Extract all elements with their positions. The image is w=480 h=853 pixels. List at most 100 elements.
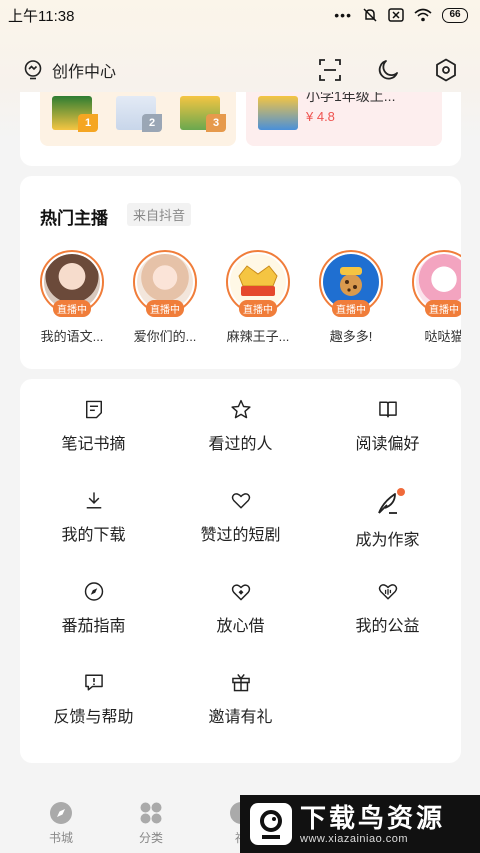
bird-logo-icon bbox=[250, 803, 292, 845]
feedback-icon bbox=[84, 674, 103, 691]
menu-item-become-writer[interactable]: 成为作家 bbox=[314, 488, 461, 549]
ranking-books-panel[interactable]: 1 2 3 bbox=[40, 92, 236, 146]
creator-center-button[interactable]: 创作中心 bbox=[22, 58, 116, 82]
menu-label: 我的公益 bbox=[355, 618, 420, 635]
header: 创作中心 bbox=[0, 50, 480, 90]
book-ranking-card: 1 2 3 小学1年级上... ¥ 4.8 bbox=[20, 92, 461, 166]
watermark-text: 下载鸟资源 www.xiazainiao.com bbox=[300, 803, 445, 845]
streamer-name: 哒哒猫 bbox=[424, 329, 461, 344]
status-icons: ••• 66 bbox=[334, 7, 468, 23]
battery-indicator: 66 bbox=[442, 7, 468, 23]
streamer-list: 直播中 我的语文... 直播中 爱你们的... 直播中 麻辣王子... 直播中 … bbox=[40, 250, 461, 345]
menu-label: 我的下载 bbox=[61, 527, 126, 544]
menu-item-notes[interactable]: 笔记书摘 bbox=[20, 399, 167, 454]
nav-label: 书城 bbox=[48, 831, 73, 845]
wifi-icon bbox=[414, 8, 432, 22]
menu-grid: 笔记书摘 看过的人 阅读偏好 我的下载 赞过的短剧 成为作家 番茄指南 放心借 … bbox=[20, 399, 461, 727]
book-title: 小学1年级上... bbox=[306, 92, 396, 104]
avatar-ring: 直播中 bbox=[412, 250, 461, 317]
menu-label: 放心借 bbox=[216, 618, 265, 635]
alarm-off-icon bbox=[363, 8, 377, 22]
nav-bookstore[interactable]: 书城 bbox=[16, 793, 106, 853]
quill-icon-wrap bbox=[375, 488, 405, 516]
book-cover bbox=[258, 96, 298, 130]
live-badge: 直播中 bbox=[425, 300, 461, 317]
menu-item-liked-dramas[interactable]: 赞过的短剧 bbox=[167, 490, 314, 545]
book-open-icon bbox=[378, 401, 397, 418]
rank-badge-3: 3 bbox=[206, 114, 226, 132]
features-menu-card: 笔记书摘 看过的人 阅读偏好 我的下载 赞过的短剧 成为作家 番茄指南 放心借 … bbox=[20, 379, 461, 763]
menu-label: 阅读偏好 bbox=[355, 436, 420, 453]
live-badge: 直播中 bbox=[332, 300, 370, 317]
streamer-name: 麻辣王子... bbox=[226, 329, 290, 344]
streamer-name: 趣多多! bbox=[329, 329, 373, 344]
avatar-ring: 直播中 bbox=[133, 250, 197, 317]
cookie-icon bbox=[340, 267, 362, 296]
gear-icon bbox=[436, 58, 456, 82]
notification-dot bbox=[396, 488, 405, 496]
live-badge: 直播中 bbox=[239, 300, 277, 317]
watermark-url: www.xiazainiao.com bbox=[300, 833, 409, 845]
rank-badge-1: 1 bbox=[78, 114, 98, 132]
menu-label: 笔记书摘 bbox=[61, 436, 126, 453]
star-icon bbox=[230, 399, 251, 419]
hot-streamers-card: 热门主播 来自抖音 直播中 我的语文... 直播中 爱你们的... 直播中 麻辣… bbox=[20, 176, 461, 369]
nav-category[interactable]: 分类 bbox=[106, 793, 196, 853]
live-badge: 直播中 bbox=[53, 300, 91, 317]
watermark-title: 下载鸟资源 bbox=[300, 803, 446, 833]
menu-item-feedback[interactable]: 反馈与帮助 bbox=[20, 672, 167, 727]
source-badge: 来自抖音 bbox=[127, 203, 192, 226]
compass-nav-icon bbox=[50, 802, 72, 824]
download-icon bbox=[86, 492, 101, 509]
menu-label: 看过的人 bbox=[208, 436, 273, 453]
nav-label: 分类 bbox=[138, 831, 163, 845]
menu-item-reading-preferences[interactable]: 阅读偏好 bbox=[314, 399, 461, 454]
menu-label: 番茄指南 bbox=[61, 618, 126, 635]
avatar-ring: 直播中 bbox=[40, 250, 104, 317]
lightbulb-icon bbox=[24, 60, 42, 80]
more-dots-icon: ••• bbox=[334, 7, 352, 23]
creator-center-label: 创作中心 bbox=[52, 64, 117, 81]
compass-icon bbox=[84, 582, 103, 601]
avatar-ring: 直播中 bbox=[226, 250, 290, 317]
menu-label: 邀请有礼 bbox=[208, 709, 273, 726]
avatar-ring: 直播中 bbox=[319, 250, 383, 317]
grid-icon bbox=[140, 802, 162, 824]
menu-item-guide[interactable]: 番茄指南 bbox=[20, 581, 167, 636]
status-time: 上午11:38 bbox=[8, 7, 75, 25]
menu-label: 成为作家 bbox=[355, 532, 420, 549]
streamer-item[interactable]: 直播中 爱你们的... bbox=[133, 250, 197, 345]
streamer-item[interactable]: 直播中 趣多多! bbox=[319, 250, 383, 345]
note-icon bbox=[85, 400, 102, 419]
status-bar: 上午11:38 ••• 66 bbox=[0, 0, 480, 30]
heart-shield-icon bbox=[231, 584, 250, 601]
sim-off-icon bbox=[388, 8, 404, 22]
heart-icon bbox=[231, 493, 250, 509]
settings-button[interactable] bbox=[434, 58, 458, 82]
book-price: ¥ 4.8 bbox=[306, 109, 335, 124]
live-badge: 直播中 bbox=[146, 300, 184, 317]
section-title: 热门主播 bbox=[40, 209, 108, 228]
streamer-name: 我的语文... bbox=[40, 329, 104, 344]
menu-item-downloads[interactable]: 我的下载 bbox=[20, 490, 167, 545]
streamer-item[interactable]: 直播中 哒哒猫 bbox=[412, 250, 461, 345]
streamer-item[interactable]: 直播中 我的语文... bbox=[40, 250, 104, 345]
crown-logo-icon bbox=[238, 265, 278, 296]
moon-icon bbox=[378, 60, 398, 80]
scan-button[interactable] bbox=[318, 58, 342, 82]
gift-icon bbox=[231, 673, 250, 692]
menu-item-charity[interactable]: 我的公益 bbox=[314, 581, 461, 636]
menu-item-viewers[interactable]: 看过的人 bbox=[167, 399, 314, 454]
night-mode-button[interactable] bbox=[376, 58, 400, 82]
charity-heart-icon bbox=[378, 584, 397, 600]
watermark: 下载鸟资源 www.xiazainiao.com bbox=[240, 795, 480, 853]
menu-label: 赞过的短剧 bbox=[200, 527, 281, 544]
header-actions bbox=[318, 58, 458, 82]
streamer-name: 爱你们的... bbox=[133, 329, 197, 344]
menu-label: 反馈与帮助 bbox=[53, 709, 134, 726]
menu-item-invite[interactable]: 邀请有礼 bbox=[167, 672, 314, 727]
menu-item-safe-borrow[interactable]: 放心借 bbox=[167, 581, 314, 636]
recommended-book-panel[interactable]: 小学1年级上... ¥ 4.8 bbox=[246, 92, 442, 146]
streamer-item[interactable]: 直播中 麻辣王子... bbox=[226, 250, 290, 345]
rank-badge-2: 2 bbox=[142, 114, 162, 132]
